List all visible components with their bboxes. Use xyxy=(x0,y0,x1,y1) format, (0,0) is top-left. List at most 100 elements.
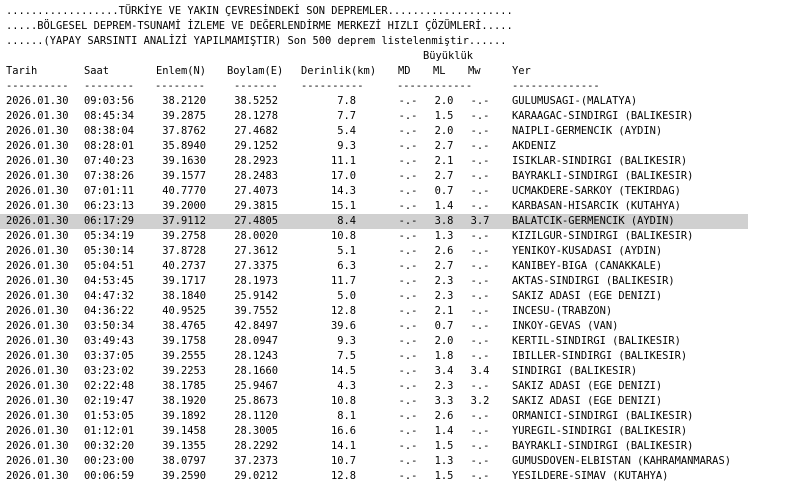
table-row: 2026.01.30 09:03:56 38.2120 38.5252 7.8 -.- 2.… xyxy=(0,94,748,109)
cell-ml: 1.3 xyxy=(434,455,454,467)
header-agency-line: .....BÖLGESEL DEPREM-TSUNAMİ İZLEME VE D… xyxy=(6,20,513,32)
cell-ml: 2.6 xyxy=(434,410,454,422)
cell-md: -.- xyxy=(398,125,418,137)
cell-boylam: 29.3815 xyxy=(234,200,278,212)
table-row: 2026.01.30 05:34:19 39.2758 28.0020 10.8 -.- 1… xyxy=(0,229,748,244)
cell-md: -.- xyxy=(398,455,418,467)
cell-enlem: 39.2875 xyxy=(162,110,206,122)
cell-tarih: 2026.01.30 xyxy=(6,410,69,422)
cell-mw: -.- xyxy=(470,260,490,272)
cell-tarih: 2026.01.30 xyxy=(6,215,69,227)
cell-yer: GUMUSDOVEN-ELBISTAN (KAHRAMANMARAS) xyxy=(512,455,731,467)
cell-yer: NAIPLI-GERMENCIK (AYDIN) xyxy=(512,125,663,137)
cell-derinlik: 15.1 xyxy=(330,200,356,212)
cell-boylam: 27.3375 xyxy=(234,260,278,272)
cell-derinlik: 7.5 xyxy=(337,350,356,362)
cell-boylam: 28.1278 xyxy=(234,110,278,122)
cell-saat: 06:17:29 xyxy=(84,215,135,227)
cell-yer: UCMAKDERE-SARKOY (TEKIRDAG) xyxy=(512,185,681,197)
cell-mw: -.- xyxy=(470,95,490,107)
table-row: 2026.01.30 00:32:20 39.1355 28.2292 14.1 -.- 1… xyxy=(0,439,748,454)
cell-enlem: 39.2590 xyxy=(162,470,206,482)
table-row: 2026.01.30 08:38:04 37.8762 27.4682 5.4 -.- 2.… xyxy=(0,124,748,139)
cell-tarih: 2026.01.30 xyxy=(6,365,69,377)
cell-mw: -.- xyxy=(470,335,490,347)
cell-boylam: 28.0947 xyxy=(234,335,278,347)
cell-enlem: 38.1920 xyxy=(162,395,206,407)
cell-ml: 2.7 xyxy=(434,170,454,182)
cell-enlem: 40.7770 xyxy=(162,185,206,197)
table-row: 2026.01.30 01:12:01 39.1458 28.3005 16.6 -.- 1… xyxy=(0,424,748,439)
table-row: 2026.01.30 04:36:22 40.9525 39.7552 12.8 -.- 2… xyxy=(0,304,748,319)
cell-md: -.- xyxy=(398,260,418,272)
col-ml: ML xyxy=(433,65,446,77)
cell-mw: -.- xyxy=(470,440,490,452)
cell-derinlik: 14.1 xyxy=(330,440,356,452)
col-mw: Mw xyxy=(468,65,481,77)
cell-enlem: 39.2000 xyxy=(162,200,206,212)
cell-md: -.- xyxy=(398,305,418,317)
cell-tarih: 2026.01.30 xyxy=(6,455,69,467)
header-title-line: ..................TÜRKİYE VE YAKIN ÇEVRE… xyxy=(6,5,513,17)
cell-yer: SAKIZ ADASI (EGE DENIZI) xyxy=(512,380,663,392)
cell-ml: 1.8 xyxy=(434,350,454,362)
cell-ml: 2.0 xyxy=(434,335,454,347)
cell-yer: ORMANICI-SINDIRGI (BALIKESIR) xyxy=(512,410,694,422)
cell-ml: 2.6 xyxy=(434,245,454,257)
cell-derinlik: 17.0 xyxy=(330,170,356,182)
cell-mw: -.- xyxy=(470,320,490,332)
cell-enlem: 37.9112 xyxy=(162,215,206,227)
cell-tarih: 2026.01.30 xyxy=(6,290,69,302)
cell-mw: -.- xyxy=(470,200,490,212)
cell-md: -.- xyxy=(398,95,418,107)
cell-tarih: 2026.01.30 xyxy=(6,350,69,362)
cell-ml: 3.4 xyxy=(434,365,454,377)
cell-yer: YENIKOY-KUSADASI (AYDIN) xyxy=(512,245,663,257)
cell-saat: 04:53:45 xyxy=(84,275,135,287)
cell-ml: 3.8 xyxy=(434,215,454,227)
separator-row: ---------- -------- -------- ------- ---… xyxy=(0,79,748,94)
cell-boylam: 39.7552 xyxy=(234,305,278,317)
cell-yer: BAYRAKLI-SINDIRGI (BALIKESIR) xyxy=(512,170,694,182)
cell-tarih: 2026.01.30 xyxy=(6,230,69,242)
cell-yer: GULUMUSAGI-(MALATYA) xyxy=(512,95,638,107)
cell-ml: 1.5 xyxy=(434,470,454,482)
cell-md: -.- xyxy=(398,365,418,377)
cell-mw: -.- xyxy=(470,410,490,422)
cell-boylam: 25.9467 xyxy=(234,380,278,392)
cell-boylam: 28.1120 xyxy=(234,410,278,422)
cell-tarih: 2026.01.30 xyxy=(6,110,69,122)
sep-boylam: ------- xyxy=(234,80,278,92)
cell-yer: AKTAS-SINDIRGI (BALIKESIR) xyxy=(512,275,675,287)
cell-yer: AKDENIZ xyxy=(512,140,556,152)
cell-enlem: 39.1717 xyxy=(162,275,206,287)
cell-tarih: 2026.01.30 xyxy=(6,395,69,407)
cell-tarih: 2026.01.30 xyxy=(6,440,69,452)
cell-ml: 3.3 xyxy=(434,395,454,407)
table-row: 2026.01.30 07:40:23 39.1630 28.2923 11.1 -.- 2… xyxy=(0,154,748,169)
cell-boylam: 27.4805 xyxy=(234,215,278,227)
cell-md: -.- xyxy=(398,410,418,422)
cell-mw: -.- xyxy=(470,305,490,317)
cell-yer: YESILDERE-SIMAV (KUTAHYA) xyxy=(512,470,669,482)
cell-md: -.- xyxy=(398,155,418,167)
cell-yer: KARAAGAC-SINDIRGI (BALIKESIR) xyxy=(512,110,694,122)
cell-boylam: 38.5252 xyxy=(234,95,278,107)
cell-ml: 0.7 xyxy=(434,185,454,197)
cell-tarih: 2026.01.30 xyxy=(6,185,69,197)
cell-md: -.- xyxy=(398,200,418,212)
cell-yer: ISIKLAR-SINDIRGI (BALIKESIR) xyxy=(512,155,688,167)
table-row: 2026.01.30 07:01:11 40.7770 27.4073 14.3 -.- 0… xyxy=(0,184,748,199)
column-header-row: Tarih Saat Enlem(N) Boylam(E) Derinlik(k… xyxy=(0,64,748,79)
table-row: 2026.01.30 08:28:01 35.8940 29.1252 9.3 -.- 2.… xyxy=(0,139,748,154)
cell-md: -.- xyxy=(398,395,418,407)
cell-tarih: 2026.01.30 xyxy=(6,200,69,212)
cell-boylam: 27.4073 xyxy=(234,185,278,197)
cell-ml: 1.5 xyxy=(434,440,454,452)
sep-magnitude: ------------ xyxy=(397,80,473,92)
cell-tarih: 2026.01.30 xyxy=(6,260,69,272)
cell-saat: 01:12:01 xyxy=(84,425,135,437)
table-row: 2026.01.30 01:53:05 39.1892 28.1120 8.1 -.- 2.… xyxy=(0,409,748,424)
cell-mw: 3.2 xyxy=(470,395,490,407)
cell-boylam: 28.2923 xyxy=(234,155,278,167)
